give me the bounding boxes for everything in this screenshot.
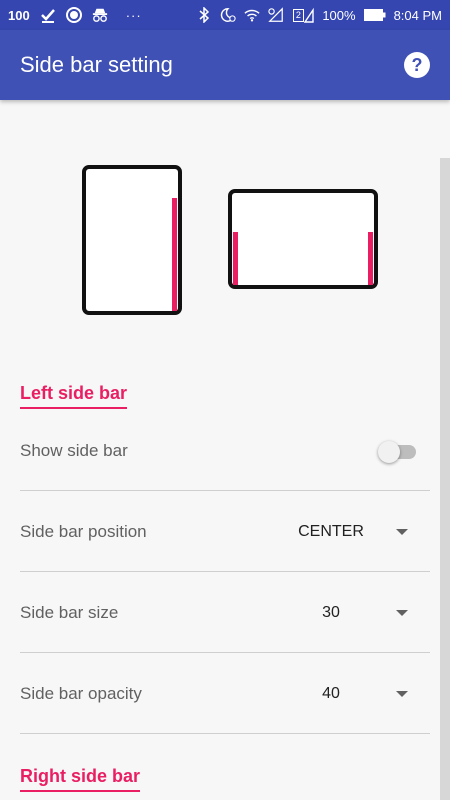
right-side-bar-header: Right side bar bbox=[20, 766, 141, 792]
sim2-signal-icon: 2 bbox=[292, 7, 314, 23]
status-bar: 100 ··· 2 100% 8:04 PM bbox=[0, 0, 450, 30]
chevron-down-icon bbox=[396, 528, 408, 535]
page-title: Side bar setting bbox=[20, 52, 173, 77]
show-side-bar-row[interactable]: Show side bar bbox=[20, 410, 430, 491]
clock: 8:04 PM bbox=[393, 7, 442, 23]
sim-badge: 2 bbox=[292, 8, 304, 22]
show-side-bar-label: Show side bar bbox=[20, 440, 128, 460]
side-bar-size-label: Side bar size bbox=[20, 602, 119, 622]
landscape-phone-illustration bbox=[228, 189, 378, 289]
side-bar-position-label: Side bar position bbox=[20, 521, 147, 541]
battery-icon bbox=[363, 7, 386, 23]
divider bbox=[20, 733, 430, 734]
side-bar-size-value: 30 bbox=[322, 603, 340, 621]
battery-badge: 100 bbox=[8, 7, 30, 23]
portrait-phone-illustration bbox=[82, 165, 182, 315]
scrollbar[interactable] bbox=[440, 158, 450, 800]
settings-content[interactable]: Left side bar Show side bar Side bar pos… bbox=[0, 100, 450, 800]
chevron-down-icon bbox=[396, 690, 408, 697]
bluetooth-icon bbox=[196, 7, 212, 23]
help-icon[interactable]: ? bbox=[404, 52, 430, 78]
show-side-bar-toggle[interactable] bbox=[378, 440, 416, 463]
side-bar-diagram bbox=[82, 165, 378, 315]
incognito-icon bbox=[92, 7, 108, 23]
left-side-bar-header: Left side bar bbox=[20, 383, 128, 409]
check-icon bbox=[40, 7, 56, 23]
side-bar-opacity-label: Side bar opacity bbox=[20, 683, 142, 703]
chevron-down-icon bbox=[396, 609, 408, 616]
side-bar-opacity-value: 40 bbox=[322, 684, 340, 702]
side-bar-position-row[interactable]: Side bar position CENTER bbox=[20, 491, 430, 572]
side-bar-size-row[interactable]: Side bar size 30 bbox=[20, 572, 430, 653]
side-bar-position-value: CENTER bbox=[298, 522, 364, 540]
more-notifications-icon: ··· bbox=[125, 7, 142, 23]
moon-alarm-icon bbox=[220, 7, 236, 23]
side-bar-size-select[interactable]: 30 bbox=[286, 604, 430, 622]
side-bar-opacity-select[interactable]: 40 bbox=[286, 685, 430, 703]
wifi-icon bbox=[244, 7, 260, 23]
record-icon bbox=[65, 7, 82, 23]
battery-percent: 100% bbox=[322, 7, 356, 23]
side-bar-position-select[interactable]: CENTER bbox=[286, 523, 430, 541]
app-bar: Side bar setting ? bbox=[0, 30, 450, 100]
side-bar-opacity-row[interactable]: Side bar opacity 40 bbox=[20, 653, 430, 734]
toggle-knob bbox=[378, 440, 400, 463]
signal-icon bbox=[268, 7, 284, 23]
